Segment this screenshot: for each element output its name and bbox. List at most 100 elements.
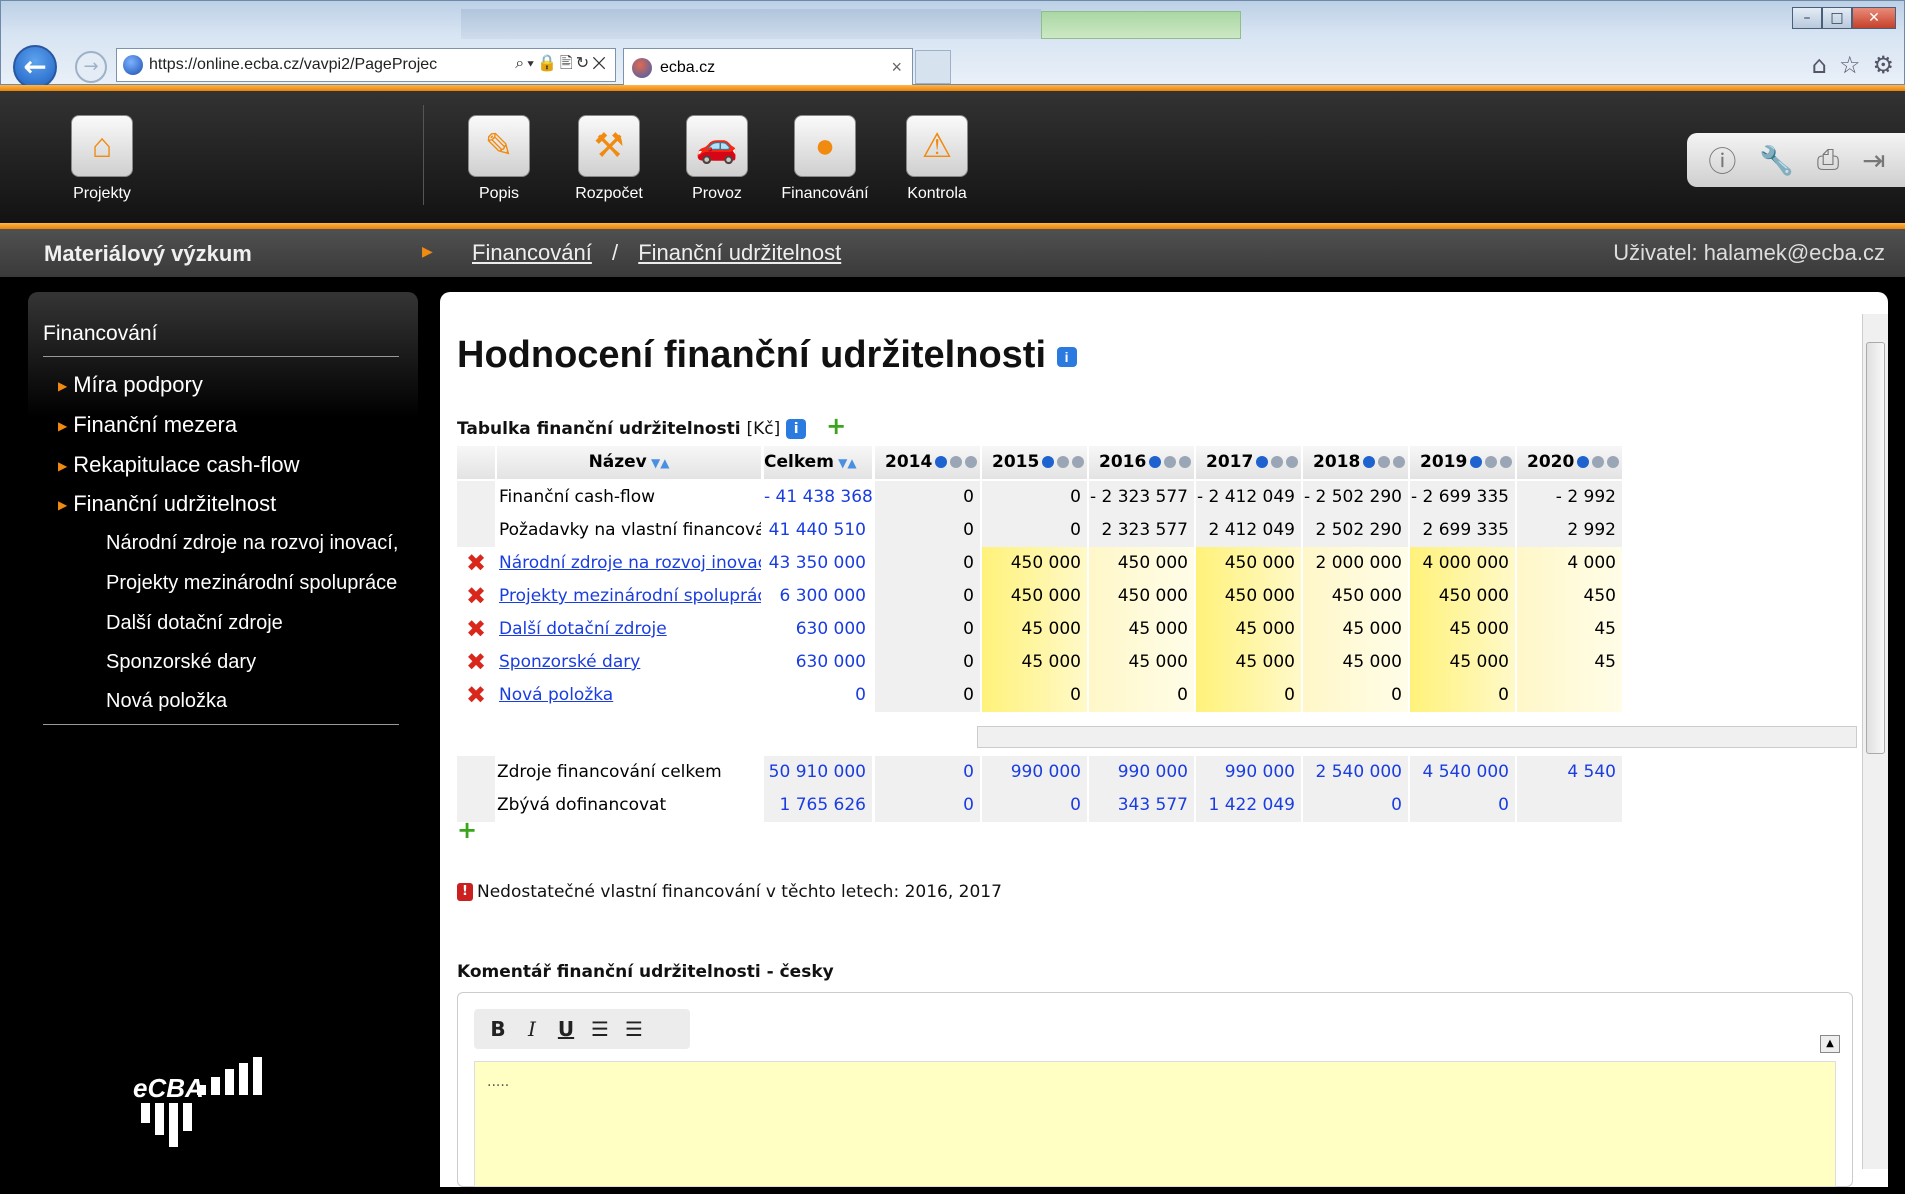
row-value-cell[interactable]: 45 000 [1303, 613, 1408, 646]
row-value-cell[interactable]: 0 [875, 613, 980, 646]
year-dot-icon[interactable] [1042, 456, 1055, 468]
scrollbar-thumb[interactable] [1866, 342, 1885, 754]
delete-icon[interactable]: ✖ [457, 580, 495, 613]
row-name[interactable]: Nová položka [497, 679, 761, 712]
row-value-cell[interactable]: 4 000 000 [1410, 547, 1515, 580]
year-dot-icon[interactable] [1286, 456, 1299, 468]
delete-icon[interactable]: ✖ [457, 547, 495, 580]
logout-icon[interactable]: ⇥ [1862, 144, 1885, 177]
year-dot-icon[interactable] [1378, 456, 1391, 468]
row-value-cell[interactable]: 0 [875, 679, 980, 712]
row-value-cell[interactable]: 45 000 [1089, 613, 1194, 646]
sidebar-item-financni-mezera[interactable]: ▶ Finanční mezera [58, 412, 237, 438]
column-header-name[interactable]: Název ▼▲ [497, 446, 761, 479]
row-value-cell[interactable]: 0 [875, 580, 980, 613]
year-dot-icon[interactable] [1393, 456, 1406, 468]
info-icon[interactable]: i [1056, 346, 1077, 367]
nav-provoz[interactable]: 🚗 Provoz [672, 115, 762, 203]
print-icon[interactable]: ⎙ [1817, 143, 1839, 177]
year-dot-icon[interactable] [1592, 456, 1605, 468]
row-value-cell[interactable]: 45 [1517, 613, 1622, 646]
row-value-cell[interactable]: 450 000 [982, 547, 1087, 580]
year-dot-icon[interactable] [1577, 456, 1590, 468]
row-value-cell[interactable] [1517, 679, 1622, 712]
sidebar-subitem-narodni-zdroje[interactable]: Národní zdroje na rozvoj inovací, [106, 532, 398, 555]
year-dot-icon[interactable] [1271, 456, 1284, 468]
row-value-cell[interactable]: 0 [1410, 679, 1515, 712]
row-value-cell[interactable]: 0 [982, 679, 1087, 712]
delete-icon[interactable]: ✖ [457, 613, 495, 646]
forward-button[interactable]: → [75, 51, 107, 83]
row-value-cell[interactable]: 45 000 [1410, 613, 1515, 646]
info-icon[interactable]: i [786, 419, 807, 439]
tab-close-icon[interactable]: × [891, 57, 912, 78]
sidebar-subitem-sponzorske-dary[interactable]: Sponzorské dary [106, 651, 256, 674]
year-dot-icon[interactable] [1363, 456, 1376, 468]
delete-icon[interactable]: ✖ [457, 679, 495, 712]
year-dot-icon[interactable] [1149, 456, 1162, 468]
row-name[interactable]: Sponzorské dary [497, 646, 761, 679]
row-value-cell[interactable]: 450 000 [1303, 580, 1408, 613]
url-text[interactable]: https://online.ecba.cz/vavpi2/PageProjec [149, 56, 515, 74]
column-header-year[interactable]: 2016 [1089, 446, 1194, 479]
info-icon[interactable]: ⓘ [1708, 140, 1736, 180]
underline-button[interactable]: U [556, 1017, 576, 1041]
year-dot-icon[interactable] [1179, 456, 1192, 468]
year-dot-icon[interactable] [1607, 456, 1620, 468]
favorites-star-icon[interactable]: ☆ [1839, 51, 1861, 79]
sort-icon[interactable]: ▼▲ [647, 456, 669, 470]
year-dot-icon[interactable] [965, 456, 978, 468]
year-dot-icon[interactable] [1485, 456, 1498, 468]
column-header-year[interactable]: 2019 [1410, 446, 1515, 479]
year-dot-icon[interactable] [1164, 456, 1177, 468]
column-header-year[interactable]: 2017 [1196, 446, 1301, 479]
column-header-year[interactable]: 2015 [982, 446, 1087, 479]
editor-scroll-up-icon[interactable]: ▲ [1820, 1035, 1840, 1053]
back-button[interactable]: ← [13, 45, 57, 89]
year-dot-icon[interactable] [1057, 456, 1070, 468]
column-header-total[interactable]: Celkem ▼▲ [764, 446, 872, 479]
row-value-cell[interactable]: 0 [1089, 679, 1194, 712]
breadcrumb-financovani[interactable]: Financování [472, 240, 592, 265]
row-value-cell[interactable]: 450 000 [1089, 580, 1194, 613]
row-value-cell[interactable]: 45 000 [1303, 646, 1408, 679]
maximize-button[interactable]: □ [1822, 7, 1852, 29]
row-value-cell[interactable]: 0 [875, 646, 980, 679]
row-value-cell[interactable]: 45 000 [1089, 646, 1194, 679]
year-dot-icon[interactable] [1500, 456, 1513, 468]
sidebar-subitem-dalsi-dotacni[interactable]: Další dotační zdroje [106, 612, 283, 635]
year-dot-icon[interactable] [935, 456, 948, 468]
wrench-icon[interactable]: 🔧 [1759, 144, 1794, 177]
row-name[interactable]: Další dotační zdroje [497, 613, 761, 646]
column-header-year[interactable]: 2018 [1303, 446, 1408, 479]
row-name[interactable]: Národní zdroje na rozvoj inovací, znalo [497, 547, 761, 580]
row-value-cell[interactable]: 4 000 [1517, 547, 1622, 580]
sidebar-item-mira-podpory[interactable]: ▶ Míra podpory [58, 372, 203, 398]
row-value-cell[interactable]: 450 000 [1089, 547, 1194, 580]
row-value-cell[interactable]: 450 000 [1410, 580, 1515, 613]
settings-gear-icon[interactable]: ⚙ [1872, 51, 1894, 79]
row-value-cell[interactable]: 45 000 [982, 613, 1087, 646]
row-value-cell[interactable]: 0 [1196, 679, 1301, 712]
italic-button[interactable]: I [522, 1017, 542, 1041]
sidebar-subitem-projekty-mezinarodni[interactable]: Projekty mezinárodní spolupráce [106, 572, 397, 595]
add-row-button[interactable]: + [457, 818, 477, 842]
year-dot-icon[interactable] [950, 456, 963, 468]
sidebar-item-rekapitulace-cash-flow[interactable]: ▶ Rekapitulace cash-flow [58, 452, 299, 478]
sidebar-item-financni-udrzitelnost[interactable]: ▶ Finanční udržitelnost [58, 491, 276, 517]
row-value-cell[interactable]: 0 [1303, 679, 1408, 712]
row-value-cell[interactable]: 45 000 [982, 646, 1087, 679]
horizontal-scrollbar[interactable] [977, 726, 1857, 748]
comment-textarea[interactable]: ..... [474, 1061, 1836, 1187]
browser-tab[interactable]: ecba.cz × [623, 48, 913, 86]
delete-icon[interactable]: ✖ [457, 646, 495, 679]
year-dot-icon[interactable] [1256, 456, 1269, 468]
column-header-year[interactable]: 2014 [875, 446, 980, 479]
bold-button[interactable]: B [488, 1017, 508, 1041]
new-tab-button[interactable] [915, 50, 951, 84]
sort-icon[interactable]: ▼▲ [834, 456, 856, 470]
nav-financovani[interactable]: ● Financování [780, 115, 870, 203]
home-icon[interactable]: ⌂ [1812, 51, 1827, 79]
address-tools-icon[interactable]: ⌕▾🔒🖹↻✕ [515, 52, 615, 79]
nav-kontrola[interactable]: ⚠ Kontrola [892, 115, 982, 203]
